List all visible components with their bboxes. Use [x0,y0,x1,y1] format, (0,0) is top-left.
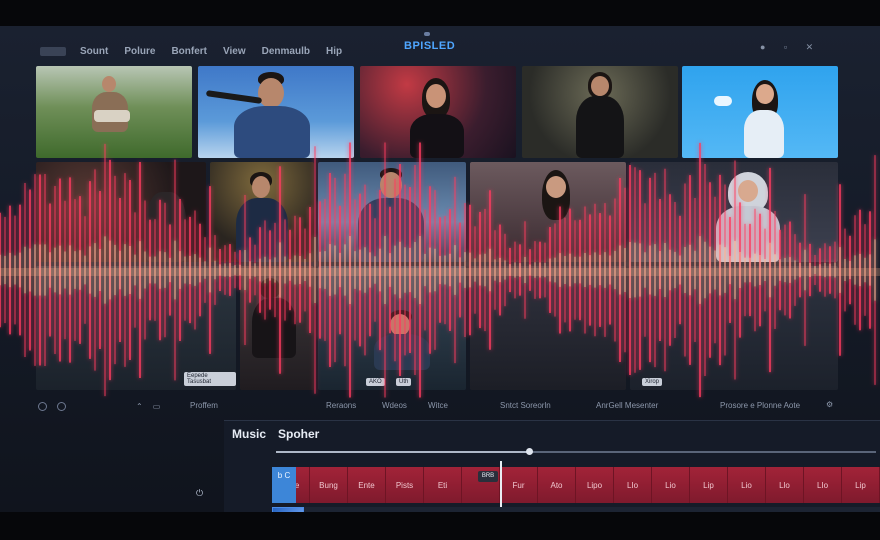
timeline-clip[interactable]: Lip [690,467,728,503]
menu-item-polure[interactable]: Polure [124,46,155,57]
timeline-clip[interactable]: Lipo [576,467,614,503]
timeline-clip[interactable]: Lip [842,467,880,503]
menu-item-bonfert[interactable]: Bonfert [171,46,207,57]
person-head [390,314,410,336]
video-tile[interactable] [360,66,516,158]
guitar-icon [94,110,130,122]
video-tile[interactable] [210,162,314,262]
menu-item-denmaulb[interactable]: Denmaulb [262,46,310,57]
selected-clip[interactable]: b C [272,467,296,503]
timeline-clip[interactable]: LIo [614,467,652,503]
timeline-scrubber[interactable] [276,448,876,455]
power-icon[interactable]: ⏻ [196,488,203,499]
person [716,206,780,262]
brand-icon [424,32,430,36]
person [410,114,464,158]
menu-item-view[interactable]: View [223,46,246,57]
video-tile[interactable] [36,66,192,158]
video-tile[interactable] [470,266,626,390]
video-tile[interactable]: Eepede Tasusbat [36,266,236,390]
person-head [426,84,446,108]
video-tile[interactable]: Xirop [630,266,838,390]
media-toolbar: ⌃ ▭ Proffem Reraons Wdeos Witce Sntct So… [30,396,850,416]
playhead-label: BRB [478,471,498,482]
brand-logo: BPISLED [404,40,456,52]
app-menu-pill[interactable] [40,46,66,56]
person-hair [260,278,280,298]
person [234,106,310,158]
tile-badge: Xirop [642,378,663,386]
person [252,298,296,358]
toolbar-label-anrgell[interactable]: AnrGell Mesenter [596,401,658,410]
timeline-clip[interactable]: Pists [386,467,424,503]
toolbar-label-sntct[interactable]: Sntct Soreorln [500,401,551,410]
timeline-title-spoher: Spoher [278,427,320,441]
video-tile[interactable] [318,162,466,262]
video-tile[interactable] [36,162,206,262]
toolbar-label-prosore[interactable]: Prosore e Plonne Aote [720,401,800,410]
top-bezel [0,0,880,26]
timeline-clip[interactable]: Ente [348,467,386,503]
person-head [756,84,774,104]
person-head [591,76,609,96]
toolbar-label-reraons[interactable]: Reraons [326,401,356,410]
video-tile[interactable] [198,66,354,158]
tile-badge: AKO [366,378,385,386]
person [236,198,288,262]
speech-bubble-icon [714,96,732,106]
video-grid: Eepede Tasusbat AKO Uth Xirop [36,66,838,396]
video-tile[interactable]: AKO Uth [318,266,466,390]
timeline-clip[interactable]: Eti [424,467,462,503]
timeline-title-music: Music [232,427,267,441]
menu-item-sount[interactable]: Sount [80,46,108,57]
timeline-clip[interactable]: Lio [728,467,766,503]
video-tile[interactable] [240,266,314,390]
circle-icon[interactable] [38,401,47,411]
video-track[interactable]: AisteBungEntePistsEtiFurAtoLipoLIoLioLip… [272,467,880,503]
video-tile[interactable] [630,162,838,262]
timeline-clip[interactable]: Bung [310,467,348,503]
person [744,110,784,158]
video-tile[interactable] [682,66,838,158]
video-tile[interactable] [522,66,678,158]
person-head [738,180,758,202]
tile-badge: Eepede Tasusbat [184,372,236,386]
person-head [252,176,270,198]
app-window: Sount Polure Bonfert View Denmaulb Hip B… [0,26,880,532]
microphone-icon [205,90,263,104]
person-head [380,172,402,198]
toolbar-label-witce[interactable]: Witce [428,401,448,410]
person [576,96,624,158]
timeline-clip[interactable]: Ato [538,467,576,503]
window-controls[interactable]: ● ▫ ✕ [760,42,821,53]
tile-badge: Uth [396,378,412,386]
chevron-up-icon[interactable]: ⌃ [136,402,143,411]
menu-item-hip[interactable]: Hip [326,46,342,57]
toolbar-label-proffem: Proffem [190,401,218,410]
settings-icon[interactable]: ⚙ [826,400,833,409]
scrubber-progress [276,451,528,453]
scrubber-handle[interactable] [526,448,533,455]
toolbar-label-wdeos[interactable]: Wdeos [382,401,407,410]
refresh-icon[interactable] [57,401,66,411]
timeline-clip[interactable]: Llo [766,467,804,503]
person [146,192,186,262]
timeline-clip[interactable]: Fur [500,467,538,503]
person-head [258,78,284,108]
monitor-icon[interactable]: ▭ [153,402,161,411]
person [374,334,430,370]
timeline-clip[interactable]: LIo [804,467,842,503]
person [358,198,424,262]
timeline-clip[interactable]: Lio [652,467,690,503]
person-head [102,76,116,92]
bottom-bezel [0,512,880,540]
person-head [546,176,566,198]
video-tile[interactable] [470,162,626,262]
